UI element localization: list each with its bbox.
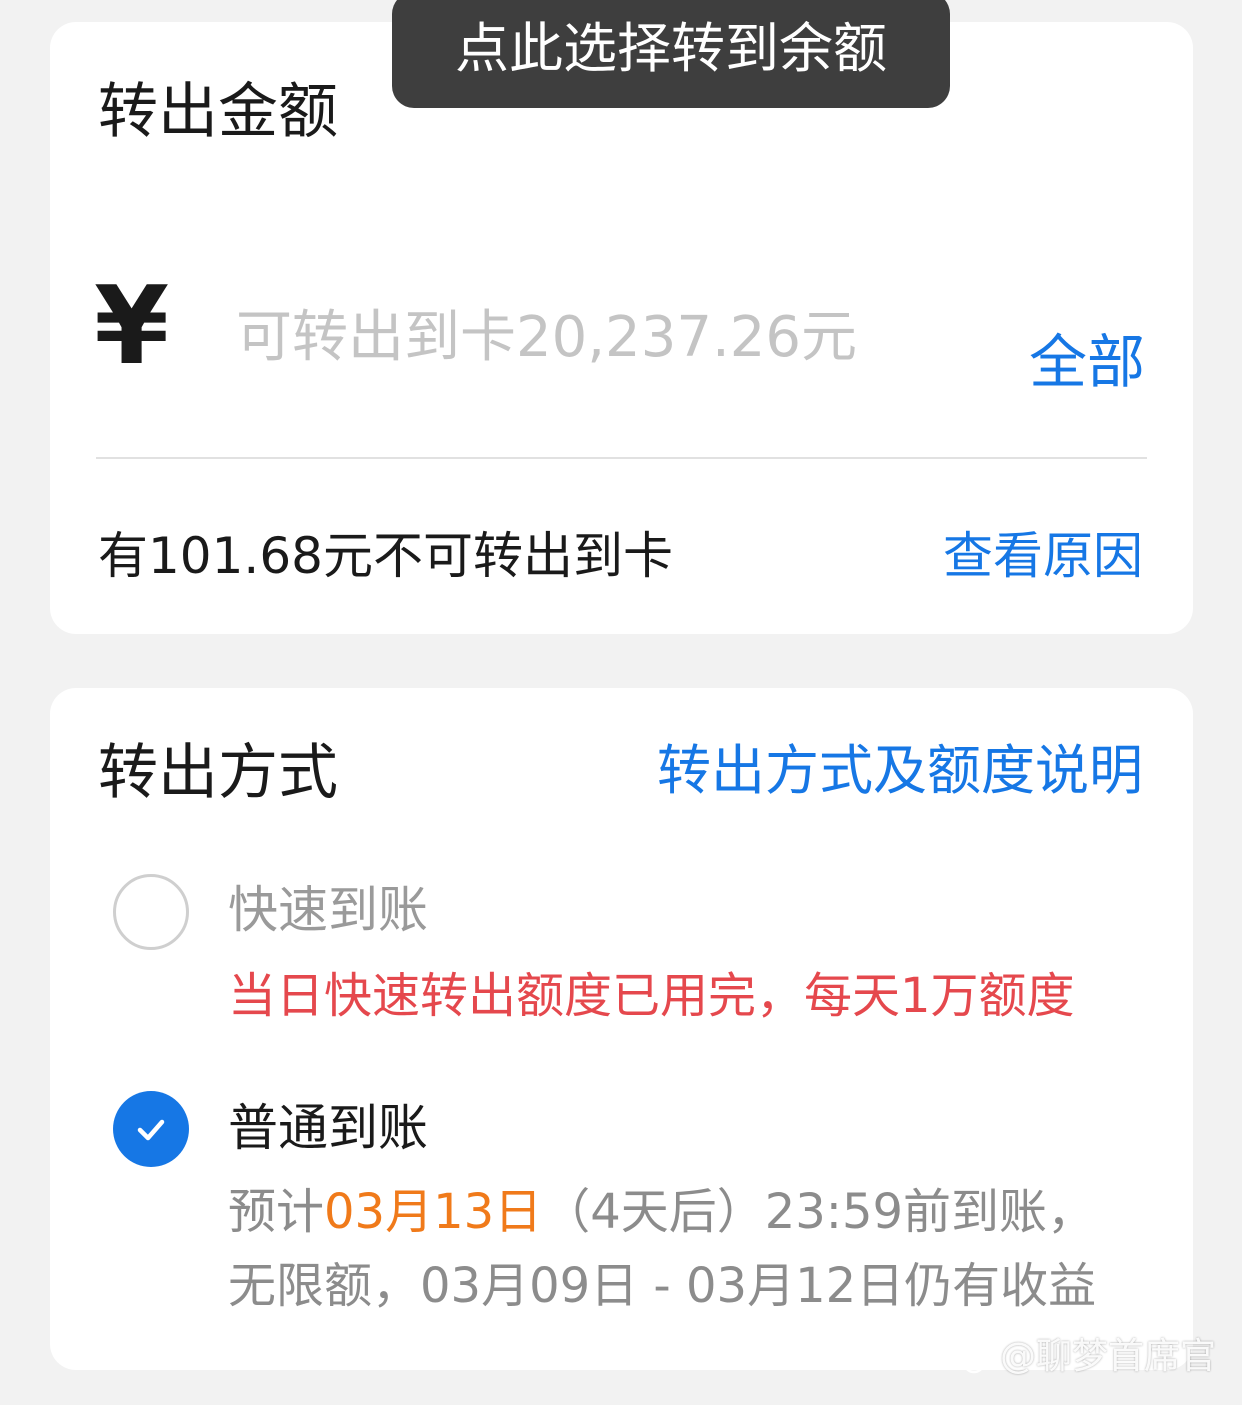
amount-input[interactable] [236,302,956,372]
transfer-amount-title: 转出金额 [98,77,338,147]
eta-date: 03月13日 [324,1184,543,1240]
transfer-all-button[interactable]: 全部 [1029,327,1145,397]
currency-symbol: ¥ [94,264,170,389]
watermark-text: @聊梦首席官 [999,1336,1216,1377]
non-transferable-note: 有101.68元不可转出到卡 [98,527,673,585]
fast-arrival-radio[interactable] [113,874,189,950]
transfer-amount-card: 点此选择转到余额 转出金额 ¥ 全部 有101.68元不可转出到卡 查看原因 [50,0,1193,634]
transfer-method-title: 转出方式 [98,738,338,808]
fast-limit-warning: 当日快速转出额度已用完，每天1万额度 [228,968,1075,1024]
transfer-method-card: 转出方式 转出方式及额度说明 快速到账 当日快速转出额度已用完，每天1万额度 普… [50,688,1193,1370]
eta-prefix: 预计 [228,1184,325,1240]
select-balance-tooltip[interactable]: 点此选择转到余额 [392,0,950,108]
view-reason-link[interactable]: 查看原因 [943,524,1143,588]
normal-arrival-label[interactable]: 普通到账 [228,1096,428,1160]
divider [96,457,1147,459]
paw-icon [959,1339,989,1374]
fast-arrival-label[interactable]: 快速到账 [228,878,428,942]
normal-arrival-eta: 预计03月13日（4天后）23:59前到账， [228,1180,1095,1244]
checkmark-icon [137,1119,165,1141]
normal-arrival-radio[interactable] [113,1091,189,1167]
eta-suffix: （4天后）23:59前到账， [542,1184,1096,1240]
method-limit-info-link[interactable]: 转出方式及额度说明 [657,736,1143,806]
normal-arrival-earnings-note: 无限额，03月09日 - 03月12日仍有收益 [228,1258,1097,1314]
watermark: @聊梦首席官 [954,1335,1216,1379]
page: 点此选择转到余额 转出金额 ¥ 全部 有101.68元不可转出到卡 查看原因 转… [0,0,1242,1405]
